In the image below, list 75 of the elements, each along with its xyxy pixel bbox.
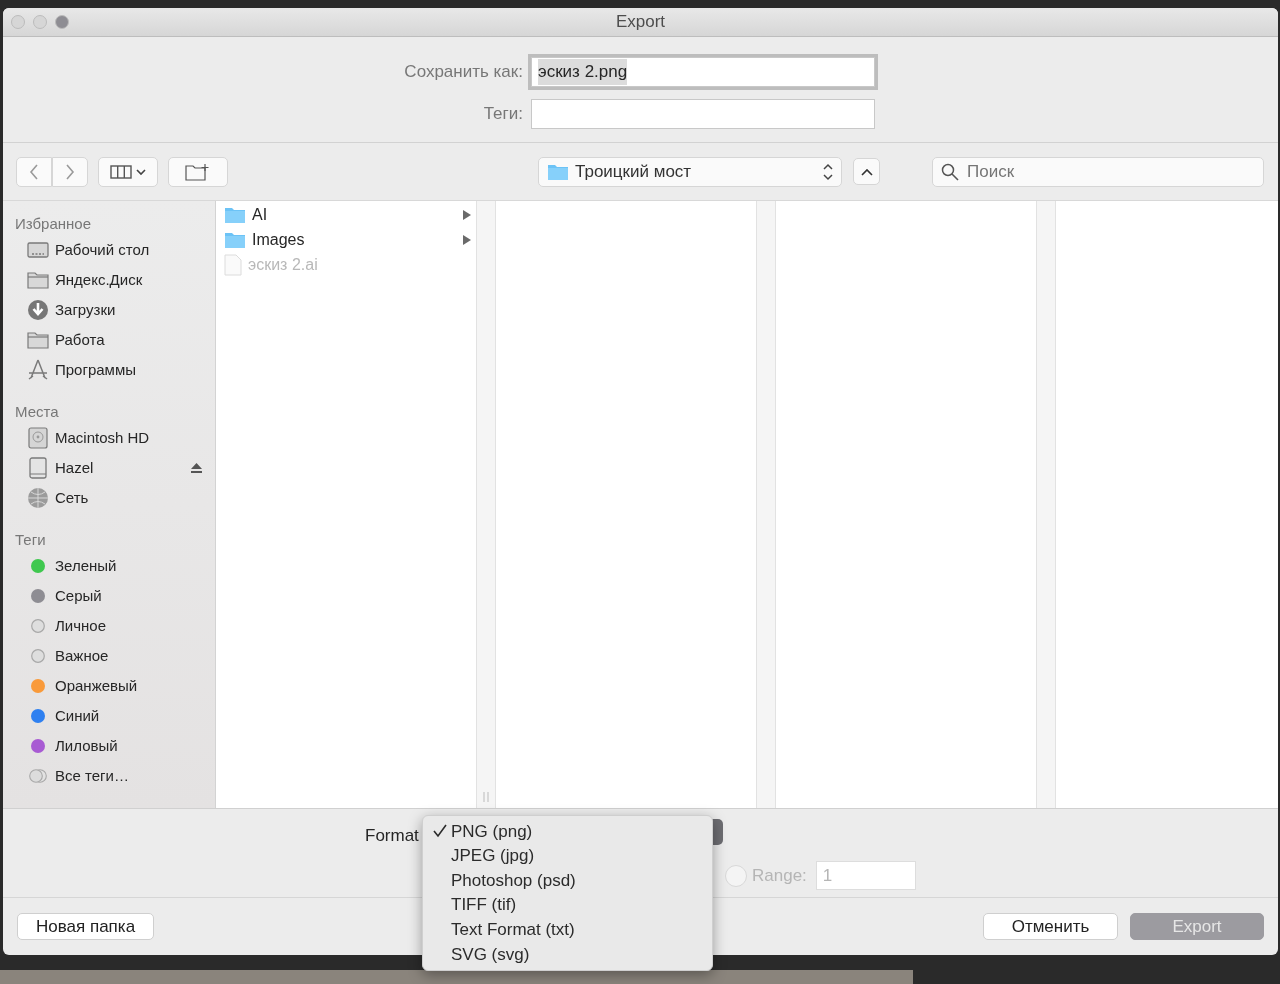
- chevron-right-icon: [65, 162, 75, 181]
- field-label: Сохранить как:: [403, 61, 524, 84]
- caret-icon: [136, 167, 146, 176]
- all-tags-icon: [29, 769, 47, 783]
- sidebar-item[interactable]: Серый: [3, 581, 203, 611]
- sidebar-item[interactable]: Синий: [3, 701, 203, 731]
- sidebar-item[interactable]: Hazel: [3, 453, 203, 483]
- disclosure-icon: [462, 208, 472, 221]
- sidebar-item[interactable]: Сеть: [3, 483, 203, 513]
- sidebar-item[interactable]: Зеленый: [3, 551, 203, 581]
- field-label: Format: [365, 825, 419, 847]
- eject-icon[interactable]: [190, 462, 203, 474]
- menu-item[interactable]: JPEG (jpg): [423, 843, 712, 869]
- section-heading: Места: [14, 402, 60, 422]
- sidebar-item[interactable]: Лиловый: [3, 731, 203, 761]
- chevron-up-icon: [860, 167, 873, 176]
- disclosure-icon: [462, 233, 472, 246]
- folder-plus-icon: [185, 162, 211, 181]
- download-icon: [27, 299, 49, 321]
- search-icon: [941, 162, 959, 181]
- field-label: Теги:: [482, 103, 524, 126]
- apps-icon: [27, 359, 49, 381]
- desktop-icon: [27, 241, 49, 259]
- window-title: Export: [615, 12, 666, 32]
- sidebar-item[interactable]: Личное: [3, 611, 203, 641]
- section-heading: Теги: [14, 530, 47, 550]
- back-button[interactable]: [16, 156, 52, 187]
- folder-icon: [27, 331, 49, 349]
- forward-button[interactable]: [52, 156, 88, 187]
- column-separator[interactable]: [476, 201, 496, 808]
- tag-circle-icon: [31, 649, 45, 663]
- menu-item[interactable]: TIFF (tif): [423, 892, 712, 918]
- sidebar-item[interactable]: Программы: [3, 355, 203, 385]
- globe-icon: [27, 487, 49, 509]
- menu-item[interactable]: PNG (png): [423, 819, 712, 844]
- search-input[interactable]: Поиск: [965, 157, 1245, 186]
- sidebar-item[interactable]: Рабочий стол: [3, 235, 203, 265]
- menu-item[interactable]: SVG (svg): [423, 941, 712, 967]
- zoom-button[interactable]: [55, 15, 69, 29]
- column-separator[interactable]: [756, 201, 776, 808]
- section-heading: Избранное: [14, 214, 93, 234]
- file-row[interactable]: Images: [216, 227, 476, 252]
- chevron-left-icon: [29, 162, 39, 181]
- file-row[interactable]: AI: [216, 202, 476, 227]
- folder-icon: [547, 162, 569, 181]
- drive-icon: [28, 457, 48, 479]
- tags-field[interactable]: [531, 99, 875, 129]
- new-folder-button[interactable]: Новая папка: [17, 913, 155, 940]
- folder-icon: [27, 271, 49, 289]
- tag-circle-icon: [31, 619, 45, 633]
- minimize-button[interactable]: [33, 15, 47, 29]
- sidebar-item[interactable]: Все теги…: [3, 761, 203, 791]
- menu-item[interactable]: Text Format (txt): [423, 917, 712, 942]
- stepper-icon: [823, 162, 833, 181]
- menu-item[interactable]: Photoshop (psd): [423, 868, 712, 893]
- search-field[interactable]: Поиск: [932, 156, 1264, 187]
- folder-icon: [224, 230, 246, 249]
- sidebar-item[interactable]: Macintosh HD: [3, 423, 203, 453]
- filename-field[interactable]: эскиз 2.png: [531, 57, 875, 87]
- sidebar-item[interactable]: Важное: [3, 641, 203, 671]
- sidebar-item[interactable]: Загрузки: [3, 295, 203, 325]
- column-separator[interactable]: [1036, 201, 1056, 808]
- sidebar-item[interactable]: Оранжевый: [3, 671, 203, 701]
- sidebar-item[interactable]: Работа: [3, 325, 203, 355]
- sidebar-item[interactable]: Яндекс.Диск: [3, 265, 203, 295]
- resize-handle-icon[interactable]: [483, 792, 489, 802]
- columns-icon: [110, 164, 132, 179]
- document-icon: [224, 253, 242, 276]
- new-folder-button[interactable]: [168, 156, 228, 187]
- cancel-button[interactable]: Отменить: [983, 913, 1118, 940]
- up-button[interactable]: [853, 158, 880, 185]
- view-mode-button[interactable]: [98, 156, 158, 187]
- folder-icon: [224, 205, 246, 224]
- close-button[interactable]: [11, 15, 25, 29]
- location-popup[interactable]: Троицкий мост: [538, 156, 842, 187]
